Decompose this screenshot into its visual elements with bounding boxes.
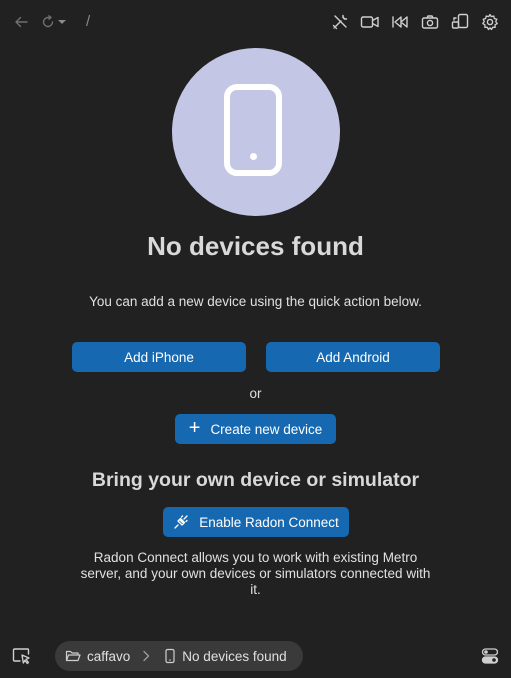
enable-radon-connect-label: Enable Radon Connect — [199, 514, 339, 530]
smartphone-icon — [224, 84, 282, 176]
add-android-label: Add Android — [316, 349, 390, 365]
device-label: No devices found — [182, 648, 287, 664]
device-illustration — [172, 48, 340, 216]
plug-icon — [174, 515, 188, 529]
device-panel: / No devices found You can add a new dev… — [0, 0, 511, 678]
replay-icon[interactable] — [390, 12, 410, 32]
phone-home-dot — [249, 153, 257, 160]
device-settings-icon[interactable] — [450, 12, 470, 32]
dropdown-caret-icon[interactable] — [55, 12, 69, 32]
path-separator: / — [86, 13, 91, 30]
toggle-settings-icon[interactable] — [481, 647, 499, 665]
back-arrow-icon[interactable] — [11, 12, 31, 32]
breadcrumb-device[interactable]: No devices found — [164, 648, 287, 664]
screenshot-camera-icon[interactable] — [420, 12, 440, 32]
breadcrumb: caffavo No devices found — [55, 641, 303, 671]
create-new-device-label: Create new device — [210, 421, 323, 437]
create-new-device-button[interactable]: + Create new device — [175, 414, 336, 444]
enable-radon-connect-button[interactable]: Enable Radon Connect — [163, 507, 349, 537]
folder-icon — [65, 650, 81, 662]
project-name: caffavo — [87, 648, 131, 664]
tools-icon[interactable] — [330, 12, 350, 32]
page-subtitle: You can add a new device using the quick… — [89, 294, 422, 309]
page-title: No devices found — [147, 231, 364, 261]
add-android-button[interactable]: Add Android — [266, 342, 440, 372]
smartphone-icon — [165, 648, 175, 664]
inspect-element-icon[interactable] — [12, 647, 32, 665]
add-iphone-button[interactable]: Add iPhone — [72, 342, 246, 372]
breadcrumb-project[interactable]: caffavo — [65, 649, 130, 664]
byod-title: Bring your own device or simulator — [91, 469, 420, 491]
or-divider-text: or — [249, 386, 262, 401]
record-video-icon[interactable] — [360, 12, 380, 32]
chevron-right-icon — [142, 650, 150, 662]
top-toolbar: / — [0, 0, 511, 44]
gear-icon[interactable] — [480, 12, 500, 32]
add-iphone-label: Add iPhone — [124, 349, 194, 365]
radon-connect-description: Radon Connect allows you to work with ex… — [80, 550, 431, 597]
plus-icon: + — [188, 416, 201, 439]
